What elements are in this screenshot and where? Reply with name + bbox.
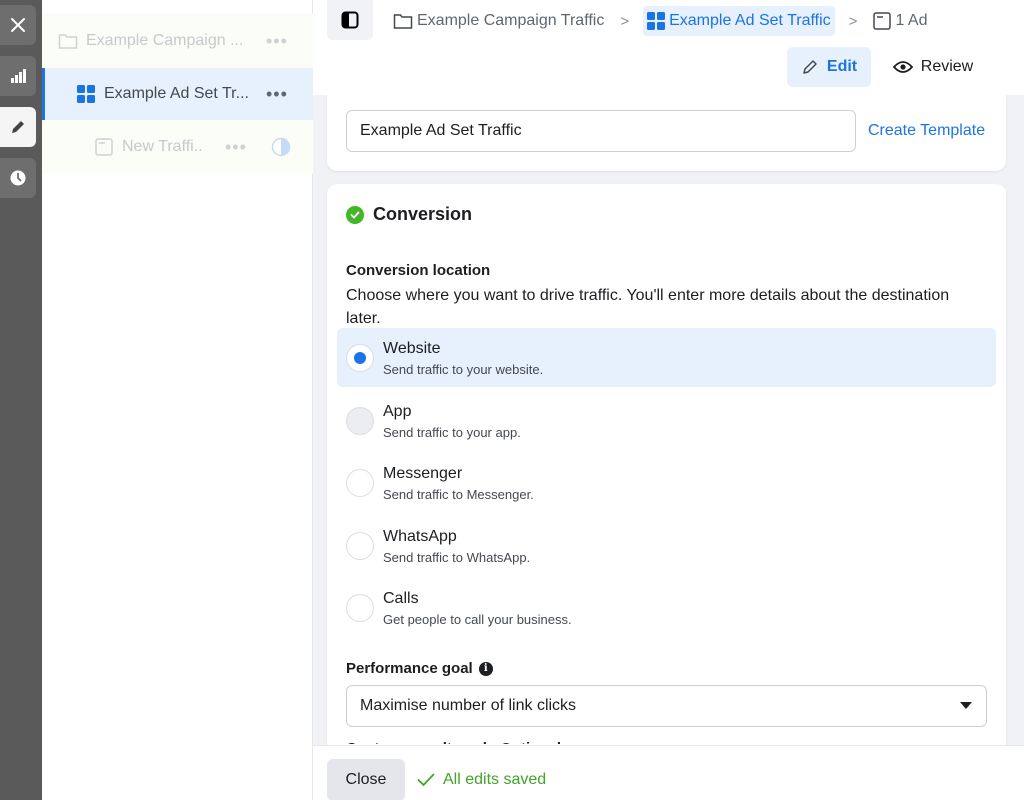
more-options-icon[interactable]: ••• bbox=[266, 32, 288, 50]
radio-option-website[interactable]: Website Send traffic to your website. bbox=[337, 328, 996, 387]
radio-option-messenger[interactable]: Messenger Send traffic to Messenger. bbox=[337, 453, 996, 512]
half-circle-status-icon bbox=[271, 137, 291, 162]
toggle-panel-button[interactable] bbox=[327, 0, 373, 40]
tree-item-campaign[interactable]: Example Campaign ... ••• bbox=[42, 15, 313, 67]
breadcrumb-ad-set[interactable]: Example Ad Set Traffic bbox=[643, 6, 835, 36]
radio-button[interactable] bbox=[346, 594, 374, 622]
radio-button[interactable] bbox=[346, 407, 374, 435]
clock-icon bbox=[10, 170, 26, 186]
breadcrumb-ad[interactable]: 1 Ad bbox=[871, 6, 929, 36]
scrollbar[interactable] bbox=[1006, 95, 1024, 745]
tree-item-ad-set[interactable]: Example Ad Set Tr... ••• bbox=[42, 68, 313, 120]
conversion-location-label: Conversion location bbox=[346, 262, 491, 279]
tree-item-label: New Traffi.. bbox=[122, 138, 203, 155]
bar-chart-icon bbox=[11, 69, 26, 83]
main-panel: Example Campaign Traffic > Example Ad Se… bbox=[313, 0, 1024, 800]
close-rail-button[interactable] bbox=[0, 5, 36, 45]
breadcrumb-campaign[interactable]: Example Campaign Traffic bbox=[391, 6, 606, 36]
tree-item-label: Example Campaign ... bbox=[86, 32, 244, 49]
checkmark-icon bbox=[417, 773, 435, 787]
pencil-icon bbox=[12, 121, 24, 133]
ad-set-name-input[interactable] bbox=[346, 110, 856, 152]
ad-set-grid-icon bbox=[76, 84, 96, 104]
ad-set-grid-icon bbox=[647, 12, 666, 30]
check-circle-icon bbox=[346, 205, 364, 224]
campaign-tree-panel: Example Campaign ... ••• Example Ad Set … bbox=[42, 0, 313, 800]
radio-button[interactable] bbox=[346, 469, 374, 497]
cost-per-result-label: Cost per result goal · Optional bbox=[346, 740, 561, 744]
section-title: Conversion bbox=[346, 204, 472, 225]
panel-toggle-icon bbox=[341, 11, 359, 29]
breadcrumb-separator: > bbox=[620, 12, 630, 30]
performance-goal-label: Performance goal i bbox=[346, 660, 493, 677]
radio-option-whatsapp[interactable]: WhatsApp Send traffic to WhatsApp. bbox=[337, 516, 996, 575]
caret-down-icon bbox=[960, 702, 972, 709]
conversion-location-description: Choose where you want to drive traffic. … bbox=[346, 287, 950, 327]
footer-bar: Close All edits saved bbox=[313, 745, 1024, 800]
left-rail bbox=[0, 0, 42, 800]
top-bar: Example Campaign Traffic > Example Ad Se… bbox=[313, 0, 1024, 95]
history-rail-button[interactable] bbox=[0, 158, 36, 198]
conversion-card: Conversion Conversion location Choose wh… bbox=[327, 184, 1006, 764]
ad-set-name-card: Create Template bbox=[327, 95, 1006, 171]
folder-icon bbox=[393, 14, 413, 29]
eye-icon bbox=[892, 61, 913, 73]
performance-goal-dropdown[interactable]: Maximise number of link clicks bbox=[346, 685, 987, 727]
close-button[interactable]: Close bbox=[327, 759, 405, 800]
more-options-icon[interactable]: ••• bbox=[225, 138, 247, 156]
save-status: All edits saved bbox=[417, 771, 546, 789]
more-options-icon[interactable]: ••• bbox=[266, 85, 288, 103]
radio-button[interactable] bbox=[346, 344, 374, 372]
folder-icon bbox=[58, 31, 78, 51]
radio-option-calls[interactable]: Calls Get people to call your business. bbox=[337, 578, 996, 637]
tree-item-label: Example Ad Set Tr... bbox=[104, 85, 249, 102]
close-icon bbox=[11, 18, 25, 32]
ad-icon bbox=[94, 137, 114, 157]
review-mode-button[interactable]: Review bbox=[883, 47, 983, 87]
ad-icon bbox=[873, 12, 892, 30]
pencil-outline-icon bbox=[803, 60, 817, 74]
tree-item-ad[interactable]: New Traffi.. ••• bbox=[42, 121, 313, 173]
radio-button[interactable] bbox=[346, 532, 374, 560]
radio-option-app[interactable]: App Send traffic to your app. bbox=[337, 391, 996, 450]
info-icon[interactable]: i bbox=[478, 661, 493, 676]
edit-rail-button[interactable] bbox=[0, 107, 36, 147]
reporting-rail-button[interactable] bbox=[0, 56, 36, 96]
edit-mode-button[interactable]: Edit bbox=[787, 47, 871, 87]
breadcrumb: Example Campaign Traffic > Example Ad Se… bbox=[391, 6, 929, 36]
create-template-link[interactable]: Create Template bbox=[868, 122, 985, 140]
breadcrumb-separator: > bbox=[848, 12, 858, 30]
